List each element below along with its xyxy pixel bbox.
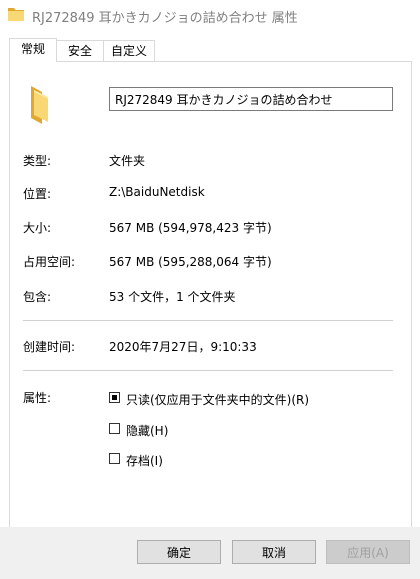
contains-label: 包含: xyxy=(23,290,52,304)
tab-customize[interactable]: 自定义 xyxy=(103,40,155,61)
hidden-label: 隐藏(H) xyxy=(126,424,169,438)
title-bar[interactable]: RJ272849 耳かきカノジョの詰め合わせ 属性 xyxy=(0,0,420,30)
divider xyxy=(23,370,393,371)
folder-icon xyxy=(8,8,24,21)
location-value: Z:\BaiduNetdisk xyxy=(109,185,205,199)
size-on-disk-label: 占用空间: xyxy=(23,255,76,269)
hidden-checkbox[interactable]: 隐藏(H) xyxy=(109,422,179,438)
tab-general[interactable]: 常规 xyxy=(9,38,57,62)
created-label: 创建时间: xyxy=(23,340,76,354)
cancel-button[interactable]: 取消 xyxy=(232,540,316,564)
window-title: RJ272849 耳かきカノジョの詰め合わせ 属性 xyxy=(32,11,298,26)
ok-button[interactable]: 确定 xyxy=(137,540,221,564)
readonly-label: 只读(仅应用于文件夹中的文件)(R) xyxy=(126,393,310,407)
folder-name-input[interactable] xyxy=(109,87,393,111)
type-label: 类型: xyxy=(23,154,52,168)
readonly-checkbox[interactable]: 只读(仅应用于文件夹中的文件)(R) xyxy=(109,391,319,407)
archive-checkbox[interactable]: 存档(I) xyxy=(109,452,179,468)
divider xyxy=(23,320,393,321)
type-value: 文件夹 xyxy=(109,154,146,168)
checkbox-unchecked-icon[interactable] xyxy=(109,423,120,434)
checkbox-indeterminate-icon[interactable] xyxy=(109,392,120,403)
contains-value: 53 个文件，1 个文件夹 xyxy=(109,290,236,304)
checkbox-unchecked-icon[interactable] xyxy=(109,453,120,464)
tab-security[interactable]: 安全 xyxy=(55,40,105,61)
archive-label: 存档(I) xyxy=(126,454,163,468)
created-value: 2020年7月27日，9:10:33 xyxy=(109,340,257,354)
folder-icon xyxy=(31,86,48,124)
size-on-disk-value: 567 MB (595,288,064 字节) xyxy=(109,255,272,269)
tab-strip: 常规 安全 自定义 xyxy=(0,38,420,62)
location-label: 位置: xyxy=(23,187,52,201)
apply-button[interactable]: 应用(A) xyxy=(326,540,410,564)
attributes-label: 属性: xyxy=(23,391,52,405)
size-value: 567 MB (594,978,423 字节) xyxy=(109,221,272,235)
size-label: 大小: xyxy=(23,221,52,235)
